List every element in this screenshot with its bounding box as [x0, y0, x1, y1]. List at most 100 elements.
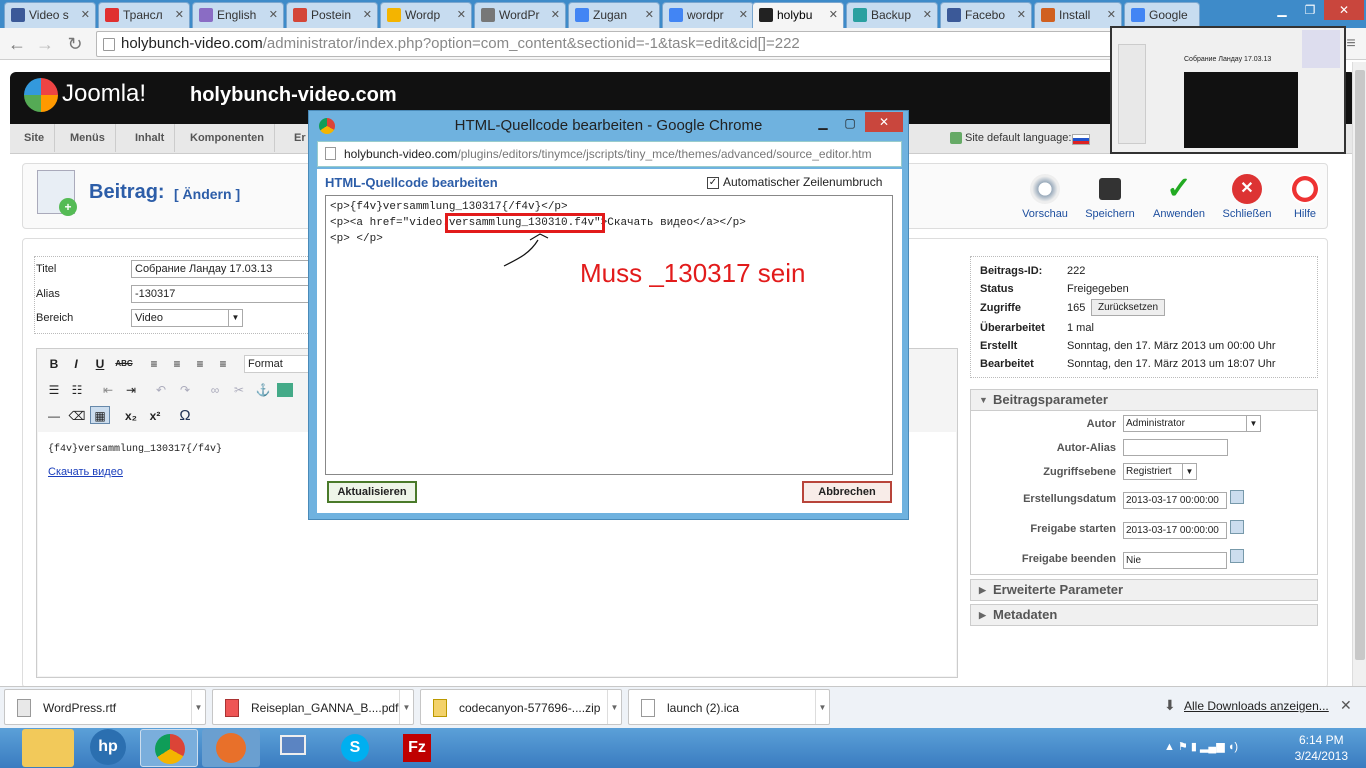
numbered-list-icon[interactable]: ☷	[67, 381, 87, 399]
author-select[interactable]: Administrator ▼	[1123, 415, 1261, 432]
menu-content[interactable]: Inhalt	[125, 124, 176, 152]
close-icon[interactable]: ✕	[645, 3, 654, 27]
source-code-textarea[interactable]: <p>{f4v}versammlung_130317{/f4v}</p> <p>…	[325, 195, 893, 475]
redo-icon[interactable]: ↷	[175, 381, 195, 399]
subscript-button[interactable]: x₂	[121, 407, 141, 425]
outdent-icon[interactable]: ⇤	[98, 381, 118, 399]
italic-button[interactable]: I	[66, 355, 86, 373]
reset-hits-button[interactable]: Zurücksetzen	[1091, 299, 1166, 316]
title-input[interactable]: Собрание Ландау 17.03.13	[131, 260, 311, 278]
tab-3[interactable]: English ✕	[192, 2, 284, 28]
network-app-icon[interactable]	[264, 729, 322, 767]
close-icon[interactable]: ✕	[829, 3, 838, 27]
chrome-taskbar-icon[interactable]	[140, 729, 198, 767]
bold-button[interactable]: B	[44, 355, 64, 373]
superscript-button[interactable]: x²	[145, 407, 165, 425]
apply-button[interactable]: ✓ Anwenden	[1149, 174, 1209, 221]
anchor-icon[interactable]: ⚓	[253, 381, 273, 399]
underline-button[interactable]: U	[90, 355, 110, 373]
tab-2[interactable]: Трансл ✕	[98, 2, 190, 28]
popup-address-bar[interactable]: holybunch-video.com/plugins/editors/tiny…	[317, 141, 902, 167]
close-icon[interactable]: ✕	[269, 3, 278, 27]
menu-menus[interactable]: Menüs	[60, 124, 116, 152]
close-icon[interactable]: ✕	[551, 3, 560, 27]
author-alias-input[interactable]	[1123, 439, 1228, 456]
download-video-link[interactable]: Скачать видео	[48, 466, 123, 478]
menu-site[interactable]: Site	[14, 124, 56, 152]
close-icon[interactable]: ✕	[739, 3, 748, 27]
chevron-down-icon[interactable]: ▼	[191, 690, 205, 724]
calendar-icon[interactable]	[1230, 520, 1244, 534]
calendar-icon[interactable]	[1230, 549, 1244, 563]
minimize-icon[interactable]: ▁	[1268, 0, 1296, 20]
skype-icon[interactable]: S	[326, 729, 384, 767]
close-icon[interactable]: ✕	[1107, 3, 1116, 27]
cancel-button[interactable]: Abbrechen	[802, 481, 892, 503]
strikethrough-button[interactable]: ABC	[114, 355, 134, 373]
unlink-icon[interactable]: ✂	[229, 381, 249, 399]
minimize-icon[interactable]: ▁	[809, 113, 837, 133]
tab-5[interactable]: Wordp ✕	[380, 2, 472, 28]
tab-8[interactable]: wordpr ✕	[662, 2, 754, 28]
scrollbar-thumb[interactable]	[1355, 70, 1365, 660]
firefox-icon[interactable]	[202, 729, 260, 767]
tab-4[interactable]: Postein ✕	[286, 2, 378, 28]
tab-11[interactable]: Facebo ✕	[940, 2, 1032, 28]
tab-6[interactable]: WordPr ✕	[474, 2, 566, 28]
publish-start-input[interactable]: 2013-03-17 00:00:00	[1123, 522, 1227, 539]
hp-icon[interactable]: hp	[90, 729, 126, 765]
close-window-icon[interactable]: ✕	[1324, 0, 1364, 20]
align-left-icon[interactable]: ≡	[144, 355, 164, 373]
chevron-down-icon[interactable]: ▼	[607, 690, 621, 724]
close-icon[interactable]: ✕	[1340, 697, 1352, 714]
alias-input[interactable]: -130317	[131, 285, 311, 303]
forward-icon[interactable]: →	[34, 33, 56, 55]
format-select[interactable]: Format	[244, 355, 310, 373]
close-icon[interactable]: ✕	[363, 3, 372, 27]
page-scrollbar[interactable]	[1352, 62, 1366, 686]
show-all-downloads-link[interactable]: Alle Downloads anzeigen...	[1184, 699, 1329, 713]
calendar-icon[interactable]	[1230, 490, 1244, 504]
undo-icon[interactable]: ↶	[151, 381, 171, 399]
params-panel-header[interactable]: ▼ Beitragsparameter	[970, 389, 1318, 411]
tab-9-active[interactable]: holybu ✕	[752, 2, 844, 28]
filezilla-icon[interactable]: Fz	[388, 729, 446, 767]
close-icon[interactable]: ✕	[81, 3, 90, 27]
horizontal-rule-icon[interactable]: —	[44, 407, 64, 425]
back-icon[interactable]: ←	[6, 33, 28, 55]
close-icon[interactable]: ✕	[1017, 3, 1026, 27]
file-explorer-icon[interactable]	[22, 729, 74, 767]
tray-icons[interactable]: ▲ ⚑ ▮ ▂▄▆ ◖)	[1164, 740, 1238, 753]
special-char-icon[interactable]: Ω	[175, 407, 195, 425]
close-button[interactable]: ✕ Schließen	[1217, 174, 1277, 220]
chevron-down-icon[interactable]: ▼	[815, 690, 829, 724]
created-date-input[interactable]: 2013-03-17 00:00:00	[1123, 492, 1227, 509]
extended-params-header[interactable]: ▶ Erweiterte Parameter	[970, 579, 1318, 601]
update-button[interactable]: Aktualisieren	[327, 481, 417, 503]
metadata-header[interactable]: ▶ Metadaten	[970, 604, 1318, 626]
tab-12[interactable]: Install ✕	[1034, 2, 1122, 28]
tab-13[interactable]: Google	[1124, 2, 1200, 28]
access-select[interactable]: Registriert ▼	[1123, 463, 1197, 480]
align-right-icon[interactable]: ≡	[190, 355, 210, 373]
close-icon[interactable]: ✕	[457, 3, 466, 27]
indent-icon[interactable]: ⇥	[121, 381, 141, 399]
tab-7[interactable]: Zugan ✕	[568, 2, 660, 28]
save-button[interactable]: Speichern	[1080, 174, 1140, 220]
maximize-icon[interactable]: ▢	[837, 113, 863, 133]
system-clock[interactable]: 6:14 PM 3/24/2013	[1295, 732, 1348, 764]
html-source-icon[interactable]: ▦	[90, 406, 110, 424]
restore-icon[interactable]: ❐	[1296, 0, 1324, 20]
menu-components[interactable]: Komponenten	[180, 124, 275, 152]
bullet-list-icon[interactable]: ☰	[44, 381, 64, 399]
close-icon[interactable]: ✕	[175, 3, 184, 27]
preview-button[interactable]: Vorschau	[1015, 174, 1075, 220]
wrap-checkbox[interactable]: ✓	[707, 177, 719, 189]
tab-10[interactable]: Backup ✕	[846, 2, 938, 28]
image-icon[interactable]	[277, 383, 293, 397]
publish-end-input[interactable]: Nie	[1123, 552, 1227, 569]
download-item[interactable]: codecanyon-577696-....zip ▼	[420, 689, 622, 725]
align-justify-icon[interactable]: ≡	[213, 355, 233, 373]
close-window-icon[interactable]: ✕	[865, 112, 903, 132]
download-item[interactable]: Reiseplan_GANNA_B....pdf ▼	[212, 689, 414, 725]
